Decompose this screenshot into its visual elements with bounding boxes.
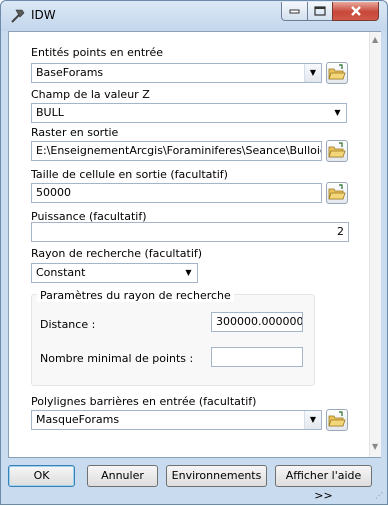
search-radius-value: Constant	[36, 266, 86, 279]
ok-button[interactable]: OK	[8, 465, 75, 487]
title-bar[interactable]: IDW	[1, 1, 387, 31]
search-radius-label: Rayon de recherche (facultatif)	[31, 247, 203, 260]
z-value-label: Champ de la valeur Z	[31, 88, 150, 101]
distance-label: Distance :	[40, 318, 96, 331]
browse-input-points-button[interactable]	[326, 62, 348, 84]
output-raster-input[interactable]: E:\EnseignementArcgis\Foraminiferes\Sean…	[31, 141, 322, 161]
input-points-select[interactable]: BaseForams ▼	[31, 63, 322, 83]
open-folder-icon	[328, 411, 346, 427]
distance-input[interactable]: 300000.000000	[211, 312, 303, 332]
open-folder-icon	[328, 142, 346, 158]
min-points-input[interactable]	[211, 347, 303, 367]
browse-barriers-button[interactable]	[326, 409, 348, 431]
barriers-select[interactable]: MasqueForams ▼	[31, 410, 322, 430]
close-button[interactable]	[332, 2, 379, 21]
chevron-down-icon: ▼	[334, 108, 341, 117]
scroll-down-icon[interactable]: ▼	[372, 442, 378, 451]
hammer-icon	[8, 7, 26, 25]
cell-size-label: Taille de cellule en sortie (facultatif)	[31, 168, 228, 181]
maximize-button[interactable]	[307, 2, 333, 21]
resize-grip-icon[interactable]: ⋰	[375, 491, 383, 500]
barriers-label: Polylignes barrières en entrée (facultat…	[31, 395, 257, 408]
parameters-panel: Entités points en entrée BaseForams ▼ Ch…	[8, 31, 381, 458]
z-value-select[interactable]: BULL ▼	[31, 103, 347, 123]
input-points-label: Entités points en entrée	[31, 46, 163, 59]
cell-size-input[interactable]: 50000	[31, 183, 322, 203]
open-folder-icon	[328, 64, 346, 80]
barriers-value: MasqueForams	[36, 413, 120, 426]
chevron-down-icon: ▼	[304, 411, 321, 429]
power-input[interactable]: 2	[31, 222, 349, 242]
z-value-value: BULL	[36, 106, 64, 119]
maximize-icon	[314, 5, 326, 16]
browse-cell-size-button[interactable]	[326, 182, 348, 204]
show-help-button[interactable]: Afficher l'aide >>	[275, 465, 372, 502]
search-radius-group-title: Paramètres du rayon de recherche	[37, 289, 234, 302]
close-icon	[350, 5, 361, 16]
minimize-icon	[289, 9, 300, 14]
cancel-button[interactable]: Annuler	[87, 465, 158, 487]
search-radius-group	[31, 294, 315, 386]
window-title: IDW	[31, 8, 56, 22]
vertical-scrollbar[interactable]: ▲ ▼	[369, 32, 381, 457]
chevron-down-icon: ▼	[304, 64, 321, 82]
search-radius-select[interactable]: Constant ▼	[31, 263, 198, 283]
idw-dialog: IDW Entités points en entrée BaseForams …	[0, 0, 388, 505]
scroll-up-icon[interactable]: ▲	[372, 35, 378, 44]
output-raster-label: Raster en sortie	[31, 126, 119, 139]
min-points-label: Nombre minimal de points :	[40, 352, 194, 365]
chevron-down-icon: ▼	[185, 268, 192, 277]
open-folder-icon	[328, 184, 346, 200]
environments-button[interactable]: Environnements	[166, 465, 267, 487]
input-points-value: BaseForams	[36, 66, 104, 79]
browse-output-raster-button[interactable]	[326, 140, 348, 162]
minimize-button[interactable]	[281, 2, 308, 21]
